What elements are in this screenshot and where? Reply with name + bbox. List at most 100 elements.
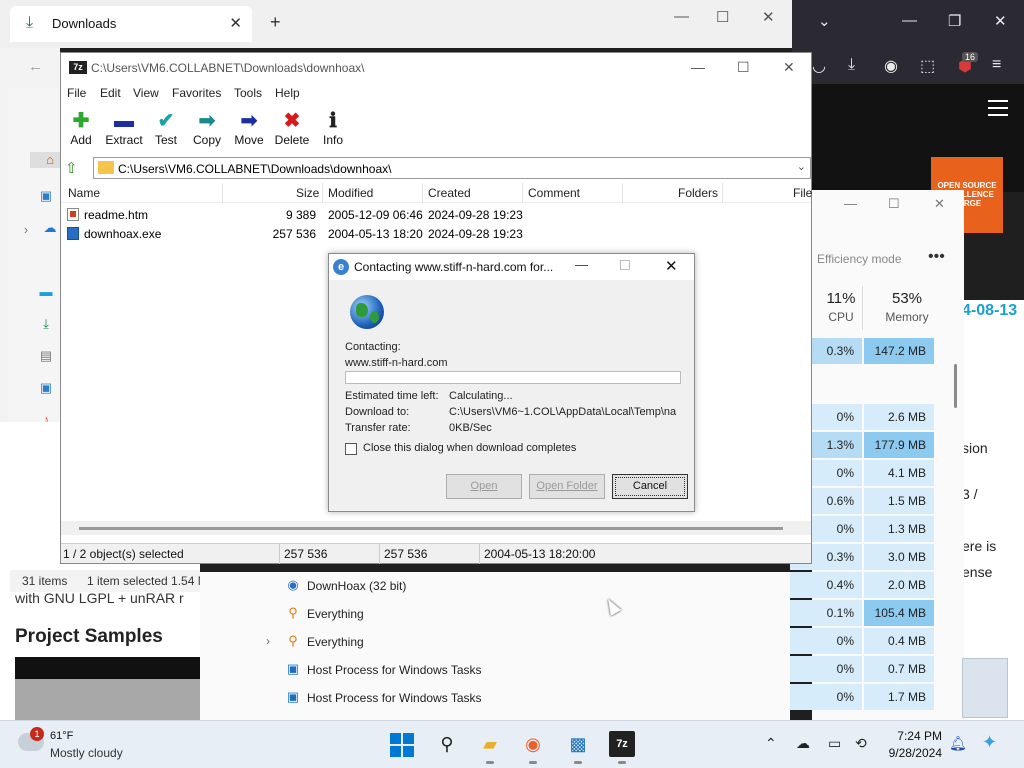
file-row[interactable]: readme.htm 9 389 2005-12-09 06:46 2024-0… <box>61 205 811 224</box>
menu-file[interactable]: File <box>67 86 86 100</box>
expand-chevron-icon[interactable]: › <box>266 634 270 648</box>
column-divider <box>862 286 863 330</box>
column-modified[interactable]: Modified <box>328 186 373 200</box>
close-icon[interactable]: ✕ <box>665 257 678 275</box>
extensions-icon[interactable]: ⬚ <box>920 56 935 76</box>
temperature[interactable]: 61°F <box>50 730 73 742</box>
7zip-taskbar-icon[interactable]: 7z <box>609 731 635 764</box>
desktop-icon[interactable]: ▬ <box>38 284 54 300</box>
minimize-icon[interactable]: — <box>844 196 857 211</box>
back-arrow-icon[interactable]: ← <box>28 58 43 75</box>
cpu-column-header[interactable]: 11% CPU <box>814 290 868 324</box>
chevron-up-icon[interactable]: ⌃ <box>765 735 777 752</box>
scrollbar-thumb[interactable] <box>79 527 783 530</box>
process-row[interactable]: ▣ Host Process for Windows Tasks <box>200 656 790 684</box>
expand-chevron-icon[interactable]: › <box>18 222 34 238</box>
memory-column-header[interactable]: 53% Memory <box>868 290 946 324</box>
tab-downloads[interactable]: ⤓ Downloads ✕ <box>10 6 252 42</box>
chevron-down-icon[interactable]: ⌄ <box>797 160 806 173</box>
7zip-titlebar[interactable]: 7z C:\Users\VM6.COLLABNET\Downloads\down… <box>61 53 811 83</box>
menu-edit[interactable]: Edit <box>100 86 121 100</box>
column-size[interactable]: Size <box>296 186 319 200</box>
close-icon[interactable]: ✕ <box>994 12 1007 30</box>
account-icon[interactable]: ◉ <box>884 56 898 76</box>
weather-condition[interactable]: Mostly cloudy <box>50 746 123 760</box>
clock-time[interactable]: 7:24 PM <box>880 729 942 743</box>
menu-view[interactable]: View <box>133 86 159 100</box>
hamburger-menu-icon[interactable] <box>988 100 1008 116</box>
gallery-icon[interactable]: ▣ <box>38 188 54 204</box>
process-row[interactable]: ◉ DownHoax (32 bit) <box>200 572 790 600</box>
cancel-button[interactable]: Cancel <box>612 474 688 499</box>
delete-button[interactable]: ✖ Delete <box>269 109 315 147</box>
efficiency-mode-button[interactable]: Efficiency mode <box>817 252 902 266</box>
column-comment[interactable]: Comment <box>528 186 580 200</box>
display-icon[interactable]: ▭ <box>828 735 841 752</box>
scrollbar-thumb[interactable] <box>954 364 957 408</box>
date-text: 4-08-13 <box>962 302 1018 319</box>
extract-button[interactable]: ▬ Extract <box>101 109 147 147</box>
search-icon[interactable]: ⚲ <box>434 731 460 757</box>
minimize-icon[interactable]: — <box>691 59 705 75</box>
menu-help[interactable]: Help <box>275 86 300 100</box>
minimize-icon[interactable]: — <box>902 12 917 29</box>
move-button[interactable]: ➡ Move <box>226 109 272 147</box>
copy-button[interactable]: ➡ Copy <box>184 109 230 147</box>
close-icon[interactable]: ✕ <box>934 196 945 212</box>
info-button[interactable]: ℹ Info <box>310 109 356 147</box>
menu-tools[interactable]: Tools <box>234 86 262 100</box>
maximize-icon[interactable]: ☐ <box>737 59 750 76</box>
memory-cell: 147.2 MB <box>864 338 934 364</box>
start-button[interactable] <box>390 733 414 757</box>
close-icon[interactable]: ✕ <box>762 8 775 26</box>
process-row[interactable]: ▣ Host Process for Windows Tasks <box>200 684 790 712</box>
minimize-icon[interactable]: — <box>674 8 689 25</box>
close-tab-icon[interactable]: ✕ <box>229 14 242 32</box>
menu-favorites[interactable]: Favorites <box>172 86 221 100</box>
notification-bell-icon[interactable]: 🔔︎ <box>949 735 967 752</box>
folder-up-icon[interactable]: ⇧ <box>65 159 78 177</box>
file-explorer-icon[interactable]: ▰ <box>477 731 503 764</box>
documents-icon[interactable]: ▤ <box>38 348 54 364</box>
file-row[interactable]: downhoax.exe 257 536 2004-05-13 18:20 20… <box>61 224 811 243</box>
close-icon[interactable]: ✕ <box>783 59 795 76</box>
column-divider <box>622 183 623 203</box>
close-when-done-checkbox[interactable] <box>345 443 357 455</box>
column-files[interactable]: File <box>793 186 812 200</box>
column-folders[interactable]: Folders <box>678 186 718 200</box>
minimize-icon[interactable]: — <box>575 257 588 272</box>
network-off-icon[interactable]: ☁ <box>796 735 810 752</box>
open-folder-button[interactable]: Open Folder <box>529 474 605 499</box>
onedrive-icon[interactable]: ☁ <box>42 220 58 236</box>
maximize-icon[interactable]: ☐ <box>716 8 729 26</box>
sample-image[interactable] <box>15 657 200 679</box>
downloads-folder-icon[interactable]: ⤓ <box>38 316 54 332</box>
sync-icon[interactable]: ⟲ <box>855 735 867 752</box>
more-options-icon[interactable]: ••• <box>928 248 945 266</box>
address-input[interactable]: C:\Users\VM6.COLLABNET\Downloads\downhoa… <box>93 157 811 179</box>
memory-cell: 1.7 MB <box>864 684 934 710</box>
pictures-icon[interactable]: ▣ <box>38 380 54 396</box>
tab-list-chevron-icon[interactable]: ⌄ <box>818 12 831 30</box>
process-row[interactable]: ⚲ Everything <box>200 600 790 628</box>
clock-date[interactable]: 9/28/2024 <box>880 746 942 760</box>
maximize-icon[interactable]: ☐ <box>888 196 900 212</box>
column-created[interactable]: Created <box>428 186 471 200</box>
menu-icon[interactable]: ≡ <box>992 56 1001 74</box>
memory-cell: 105.4 MB <box>864 600 934 626</box>
pocket-icon[interactable]: ◡ <box>812 56 826 76</box>
new-tab-button[interactable]: + <box>270 12 281 33</box>
copilot-icon[interactable]: ✦ <box>982 732 997 753</box>
task-manager-icon[interactable]: ▩ <box>565 731 591 764</box>
add-button[interactable]: ✚ Add <box>58 109 104 147</box>
column-name[interactable]: Name <box>68 186 100 200</box>
test-button[interactable]: ✔ Test <box>143 109 189 147</box>
sample-image[interactable] <box>15 679 200 720</box>
restore-icon[interactable]: ❐ <box>948 12 961 30</box>
downloads-icon[interactable]: ⤓ <box>848 56 855 74</box>
memory-percent: 53% <box>891 290 923 307</box>
process-row[interactable]: › ⚲ Everything <box>200 628 790 656</box>
firefox-icon[interactable]: ◉ <box>520 731 546 764</box>
open-button[interactable]: Open <box>446 474 522 499</box>
dialog-titlebar[interactable]: e Contacting www.stiff-n-hard.com for...… <box>329 254 694 280</box>
